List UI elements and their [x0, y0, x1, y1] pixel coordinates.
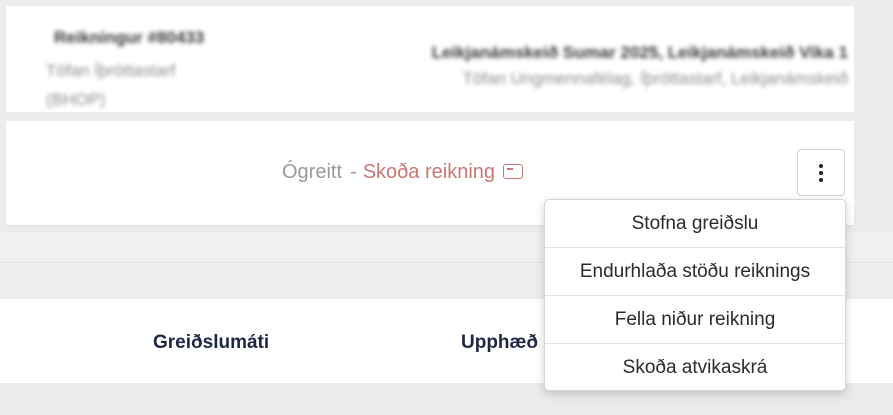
invoice-issuer: Töfan Íþróttastarf (BHOP) [46, 61, 176, 109]
menu-item-create-payment[interactable]: Stofna greiðslu [545, 200, 845, 248]
invoice-number: Reikningur #80433 [54, 28, 205, 47]
kebab-dot [819, 177, 823, 182]
actions-dropdown-menu: Stofna greiðslu Endurhlaða stöðu reiknin… [544, 199, 846, 391]
column-header-amount[interactable]: Upphæð [461, 332, 538, 354]
column-header-payment-method[interactable]: Greiðslumáti [153, 332, 269, 354]
kebab-dot [819, 170, 823, 175]
invoice-summary-card: Reikningur #80433 Töfan Íþróttastarf (BH… [6, 6, 854, 112]
menu-item-cancel-invoice[interactable]: Fella niður reikning [545, 296, 845, 344]
menu-item-view-event-log[interactable]: Skoða atvikaskrá [545, 344, 845, 390]
view-invoice-link[interactable]: Skoða reikning [362, 161, 524, 183]
more-actions-button[interactable] [797, 149, 845, 196]
invoice-organization: Töfan Ungmennafélag, Íþróttastarf, Leikj… [462, 69, 848, 88]
view-invoice-label: Skoða reikning [362, 161, 496, 183]
status-line: Ógreitt - Skoða reikning [282, 161, 524, 184]
payment-status: Ógreitt [282, 161, 343, 183]
invoice-products: Leikjanámskeið Sumar 2025, Leikjanámskei… [431, 43, 848, 62]
status-separator: - [350, 161, 357, 183]
kebab-dot [819, 163, 823, 168]
invoice-card-icon [503, 164, 524, 179]
menu-item-refresh-invoice-status[interactable]: Endurhlaða stöðu reiknings [545, 248, 845, 296]
